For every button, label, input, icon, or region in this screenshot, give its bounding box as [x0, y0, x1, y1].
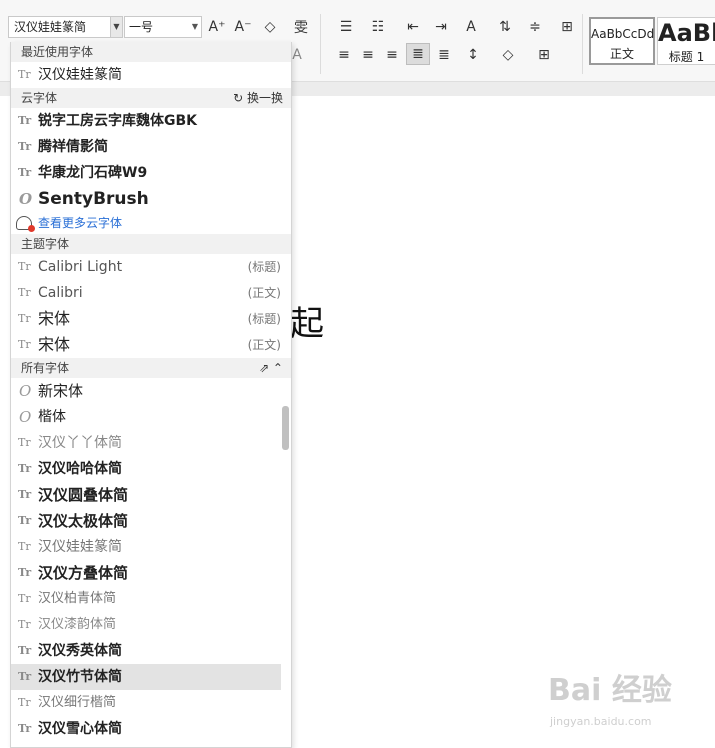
borders-icon[interactable]: ⊞ — [530, 44, 558, 66]
phonetic-guide-icon[interactable]: 雯 — [288, 16, 314, 38]
increase-indent-icon[interactable]: ⇥ — [430, 16, 452, 38]
truetype-icon: Tr — [18, 540, 31, 553]
watermark-brand: Bai 经验 — [548, 673, 672, 708]
opentype-icon: O — [19, 382, 32, 400]
font-item[interactable]: Tr 汉仪圆叠体简 — [11, 482, 291, 508]
font-item[interactable]: Tr 腾祥倩影简 — [11, 134, 291, 160]
sort-icon[interactable]: ⇅ — [494, 16, 516, 38]
align-center-icon[interactable]: ≡ — [358, 44, 378, 66]
opentype-icon: O — [19, 408, 32, 426]
font-name-combo[interactable]: 汉仪娃娃篆简 ▼ — [8, 16, 123, 38]
style-sample: AaBbCcDd — [591, 27, 655, 41]
truetype-icon: Tr — [18, 166, 32, 179]
font-item[interactable]: Tr 汉仪娃娃篆简 — [11, 62, 291, 88]
chevron-down-icon[interactable]: ▼ — [192, 17, 198, 37]
separator — [320, 14, 321, 74]
font-item[interactable]: Tr 汉仪太极体简 — [11, 508, 291, 534]
font-item[interactable]: Tr 汉仪丫丫体简 — [11, 430, 291, 456]
style-sample: AaBb — [658, 19, 715, 47]
line-break-icon[interactable]: ≑ — [522, 16, 548, 38]
cloud-font-icon — [16, 216, 35, 232]
truetype-icon: Tr — [18, 436, 31, 449]
font-item[interactable]: O 楷体 — [11, 404, 291, 430]
distributed-icon[interactable]: ≣ — [434, 44, 454, 66]
font-item[interactable]: Tr Calibri (正文) — [11, 280, 291, 306]
watermark-url: jingyan.baidu.com — [550, 715, 652, 728]
section-header-recent: 最近使用字体 — [11, 42, 291, 62]
style-label: 正文 — [609, 47, 634, 61]
truetype-icon: Tr — [18, 140, 32, 153]
section-header-theme: 主题字体 — [11, 234, 291, 254]
font-item[interactable]: Tr 汉仪秀英体简 — [11, 638, 291, 664]
truetype-icon: Tr — [18, 312, 31, 325]
font-item[interactable]: Tr 宋体 (正文) — [11, 332, 291, 358]
shading-icon[interactable]: ◇ — [494, 44, 522, 66]
decrease-indent-icon[interactable]: ⇤ — [402, 16, 424, 38]
char-border-icon[interactable]: A — [290, 44, 304, 66]
font-item[interactable]: Tr 汉仪雪心体简 — [11, 716, 291, 742]
chevron-down-icon[interactable]: ▼ — [110, 17, 122, 37]
style-normal[interactable]: AaBbCcDd 正文 — [589, 17, 655, 65]
shrink-font-icon[interactable]: A⁻ — [233, 16, 253, 38]
truetype-icon: Tr — [18, 514, 32, 527]
font-item[interactable]: Tr 汉仪细行楷简 — [11, 690, 291, 716]
align-right-icon[interactable]: ≡ — [382, 44, 402, 66]
clear-format-icon[interactable]: ◇ — [260, 16, 280, 38]
truetype-icon: Tr — [18, 644, 32, 657]
truetype-icon: Tr — [18, 722, 32, 735]
truetype-icon: Tr — [18, 566, 32, 579]
truetype-icon: Tr — [18, 114, 32, 127]
font-item[interactable]: O SentyBrush — [11, 186, 291, 212]
font-item[interactable]: Tr 汉仪方叠体简 — [11, 560, 291, 586]
style-heading-1[interactable]: AaBb 标题 1 — [657, 17, 715, 65]
document-text: 起 — [290, 304, 324, 344]
scrollbar-thumb[interactable] — [282, 406, 289, 450]
truetype-icon: Tr — [18, 670, 32, 683]
truetype-icon: Tr — [18, 68, 31, 81]
refresh-button[interactable]: ↻ 换一换 — [233, 88, 283, 108]
line-spacing-icon[interactable]: ↕ — [460, 44, 486, 66]
truetype-icon: Tr — [18, 338, 31, 351]
font-item[interactable]: Tr 汉仪娃娃篆简 — [11, 534, 291, 560]
truetype-icon: Tr — [18, 488, 32, 501]
font-item[interactable]: O 新宋体 — [11, 378, 291, 404]
truetype-icon: Tr — [18, 592, 31, 605]
font-item-highlighted[interactable]: Tr 汉仪竹节体简 — [11, 664, 281, 690]
font-item[interactable]: Tr 汉仪漆韵体简 — [11, 612, 291, 638]
truetype-icon: Tr — [18, 462, 32, 475]
bullet-list-icon[interactable]: ☰ — [334, 16, 358, 38]
truetype-icon: Tr — [18, 696, 31, 709]
font-item[interactable]: Tr 华康龙门石碑W9 — [11, 160, 291, 186]
font-item[interactable]: Tr Calibri Light (标题) — [11, 254, 291, 280]
table-grid-icon[interactable]: ⊞ — [556, 16, 578, 38]
font-size-value: 一号 — [129, 20, 154, 34]
opentype-icon: O — [19, 190, 33, 208]
section-header-all: 所有字体 ⇗ ⌃ — [11, 358, 291, 378]
font-size-combo[interactable]: 一号 ▼ — [124, 16, 202, 38]
numbered-list-icon[interactable]: ☷ — [366, 16, 390, 38]
text-direction-icon[interactable]: A — [458, 16, 484, 38]
separator — [582, 14, 583, 74]
font-item[interactable]: Tr 汉仪哈哈体简 — [11, 456, 291, 482]
grow-font-icon[interactable]: A⁺ — [207, 16, 227, 38]
font-item[interactable]: Tr 锐字工房云字库魏体GBK — [11, 108, 291, 134]
scrollbar-track[interactable] — [282, 402, 290, 742]
watermark: Bai 经验 jingyan.baidu.com — [548, 665, 708, 735]
style-label: 标题 1 — [668, 50, 705, 64]
font-dropdown: 最近使用字体 Tr 汉仪娃娃篆简 云字体 ↻ 换一换 Tr 锐字工房云字库魏体GBK … — [10, 42, 292, 748]
truetype-icon: Tr — [18, 260, 31, 273]
collapse-button[interactable]: ⇗ ⌃ — [259, 358, 283, 378]
font-item[interactable]: Tr 宋体 (标题) — [11, 306, 291, 332]
truetype-icon: Tr — [18, 286, 31, 299]
justify-icon[interactable]: ≣ — [406, 43, 430, 65]
font-name-value: 汉仪娃娃篆简 — [14, 20, 87, 34]
truetype-icon: Tr — [18, 618, 31, 631]
font-item[interactable]: Tr 汉仪柏青体简 — [11, 586, 291, 612]
align-left-icon[interactable]: ≡ — [334, 44, 354, 66]
section-header-cloud: 云字体 ↻ 换一换 — [11, 88, 291, 108]
more-cloud-fonts-link[interactable]: 查看更多云字体 — [11, 212, 291, 234]
